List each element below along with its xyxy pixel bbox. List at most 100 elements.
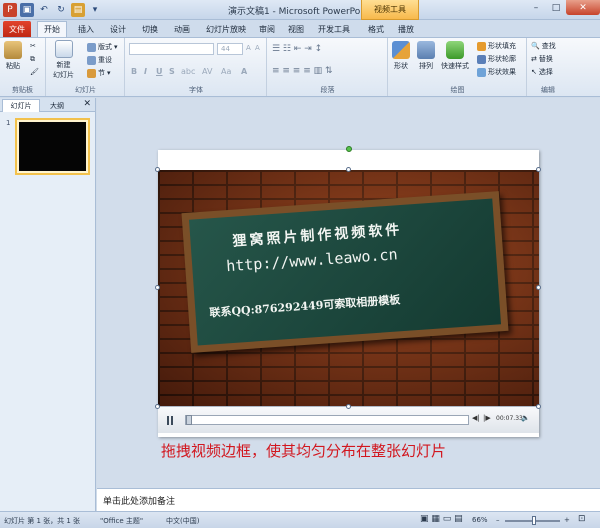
find-button[interactable]: 🔍 查找 bbox=[531, 41, 556, 51]
drawing-group: 形状 排列 快速样式 形状填充 形状轮廓 形状效果 绘图 bbox=[389, 38, 527, 96]
resize-handle-t[interactable] bbox=[346, 167, 351, 172]
instruction-caption: 拖拽视频边框，使其均匀分布在整张幻灯片 bbox=[160, 442, 446, 460]
shape-fill-button[interactable]: 形状填充 bbox=[477, 41, 516, 51]
strikethrough-button[interactable]: abc bbox=[181, 67, 195, 76]
tab-design[interactable]: 设计 bbox=[104, 21, 132, 37]
clipboard-group: 粘贴 ✂ ⧉ 🖌 剪贴板 bbox=[0, 38, 46, 96]
grow-font-icon[interactable]: A bbox=[246, 44, 251, 52]
thumbnail-image bbox=[19, 122, 86, 171]
zoom-level[interactable]: 66% bbox=[472, 516, 488, 524]
step-back-icon[interactable]: ◀| bbox=[472, 414, 480, 422]
view-buttons-icon[interactable]: ▣ ▦ ▭ ▤ bbox=[420, 514, 463, 524]
tab-outline-panel[interactable]: 大纲 bbox=[42, 99, 72, 112]
paste-button[interactable]: 粘贴 bbox=[4, 41, 22, 71]
font-group-label: 字体 bbox=[189, 86, 203, 94]
slides-group-label: 幻灯片 bbox=[75, 86, 96, 94]
layout-button[interactable]: 版式 ▾ bbox=[87, 42, 118, 52]
tab-slideshow[interactable]: 幻灯片放映 bbox=[201, 21, 251, 37]
tab-review[interactable]: 审阅 bbox=[255, 21, 279, 37]
pause-button[interactable] bbox=[164, 414, 176, 426]
shrink-font-icon[interactable]: A bbox=[255, 44, 260, 52]
arrange-label: 排列 bbox=[419, 62, 433, 70]
shape-effects-icon bbox=[477, 67, 486, 77]
shapes-icon bbox=[392, 41, 410, 59]
arrange-button[interactable]: 排列 bbox=[417, 41, 435, 71]
resize-handle-bl[interactable] bbox=[155, 404, 160, 409]
editing-group: 🔍 查找 ⇄ 替换 ↖ 选择 编辑 bbox=[528, 38, 568, 96]
shape-outline-button[interactable]: 形状轮廓 bbox=[477, 54, 516, 64]
shape-fill-label: 形状填充 bbox=[488, 42, 516, 50]
italic-button[interactable]: I bbox=[144, 67, 147, 76]
resize-handle-l[interactable] bbox=[155, 285, 160, 290]
resize-handle-b[interactable] bbox=[346, 404, 351, 409]
resize-handle-tr[interactable] bbox=[536, 167, 541, 172]
bullets-icon[interactable]: ☰ ☷ ⇤ ⇥ ↕ bbox=[272, 44, 322, 54]
font-name-combo[interactable] bbox=[129, 43, 214, 55]
paste-label: 粘贴 bbox=[6, 62, 20, 70]
copy-icon[interactable]: ⧉ bbox=[30, 55, 35, 64]
editing-group-label: 编辑 bbox=[541, 86, 555, 94]
close-panel-icon[interactable]: ✕ bbox=[83, 99, 91, 109]
shapes-button[interactable]: 形状 bbox=[392, 41, 410, 71]
section-button[interactable]: 节 ▾ bbox=[87, 68, 111, 78]
format-painter-icon[interactable]: 🖌 bbox=[30, 68, 39, 76]
seek-knob[interactable] bbox=[186, 415, 192, 425]
quick-styles-icon bbox=[446, 41, 464, 59]
slide-thumbnail[interactable] bbox=[15, 118, 90, 175]
fit-to-window-icon[interactable]: ⊡ bbox=[578, 514, 586, 524]
rotate-handle[interactable] bbox=[346, 146, 352, 152]
shape-effects-button[interactable]: 形状效果 bbox=[477, 67, 516, 77]
chalk-contact: 联系QQ:876292449可索取相册模板 bbox=[209, 293, 401, 320]
tab-home[interactable]: 开始 bbox=[37, 21, 67, 37]
resize-handle-r[interactable] bbox=[536, 285, 541, 290]
tab-slides-panel[interactable]: 幻灯片 bbox=[2, 99, 40, 112]
volume-icon[interactable]: 🔈 bbox=[521, 414, 530, 422]
paragraph-group-label: 段落 bbox=[320, 86, 335, 94]
tab-format[interactable]: 格式 bbox=[364, 21, 388, 37]
shape-outline-label: 形状轮廓 bbox=[488, 55, 516, 63]
tab-developer[interactable]: 开发工具 bbox=[314, 21, 354, 37]
zoom-in-icon[interactable]: + bbox=[564, 516, 570, 524]
arrange-icon bbox=[417, 41, 435, 59]
language[interactable]: 中文(中国) bbox=[166, 516, 199, 526]
select-button[interactable]: ↖ 选择 bbox=[531, 67, 553, 77]
resize-handle-br[interactable] bbox=[536, 404, 541, 409]
close-button[interactable]: ✕ bbox=[566, 0, 600, 15]
change-case-button[interactable]: Aa bbox=[221, 67, 231, 76]
align-icon[interactable]: ≡ ≡ ≡ ≡ ▥ ⇅ bbox=[272, 66, 333, 76]
zoom-slider-knob[interactable] bbox=[532, 516, 536, 525]
cut-icon[interactable]: ✂ bbox=[30, 42, 36, 50]
shadow-button[interactable]: S bbox=[169, 67, 175, 76]
tab-transitions[interactable]: 切换 bbox=[136, 21, 164, 37]
resize-handle-tl[interactable] bbox=[155, 167, 160, 172]
replace-button[interactable]: ⇄ 替换 bbox=[531, 54, 553, 64]
shape-outline-icon bbox=[477, 54, 486, 64]
reset-button[interactable]: 重设 bbox=[87, 55, 112, 65]
ribbon: 粘贴 ✂ ⧉ 🖌 剪贴板 新建 幻灯片 版式 ▾ 重设 节 ▾ 幻灯片 44 A A… bbox=[0, 37, 600, 97]
font-size-combo[interactable]: 44 bbox=[217, 43, 243, 55]
notes-pane[interactable]: 单击此处添加备注 bbox=[97, 488, 600, 511]
video-frame[interactable]: 狸窝照片制作视频软件 http://www.leawo.cn 联系QQ:8762… bbox=[158, 170, 539, 406]
font-group: 44 A A B I U S abc AV Aa A 字体 bbox=[126, 38, 267, 96]
maximize-button[interactable]: □ bbox=[546, 0, 566, 15]
step-forward-icon[interactable]: |▶ bbox=[483, 414, 491, 422]
font-color-button[interactable]: A bbox=[241, 67, 247, 76]
quick-styles-button[interactable]: 快速样式 bbox=[441, 41, 469, 71]
slide[interactable]: 狸窝照片制作视频软件 http://www.leawo.cn 联系QQ:8762… bbox=[155, 146, 541, 437]
char-spacing-button[interactable]: AV bbox=[202, 67, 212, 76]
zoom-out-icon[interactable]: – bbox=[496, 516, 500, 524]
bold-button[interactable]: B bbox=[131, 67, 137, 76]
tab-insert[interactable]: 插入 bbox=[72, 21, 100, 37]
new-slide-button[interactable]: 新建 幻灯片 bbox=[53, 40, 74, 80]
select-label: 选择 bbox=[538, 68, 553, 76]
minimize-button[interactable]: – bbox=[526, 0, 546, 15]
clipboard-group-label: 剪贴板 bbox=[12, 86, 33, 94]
seek-bar[interactable] bbox=[185, 415, 469, 425]
tab-view[interactable]: 视图 bbox=[284, 21, 308, 37]
tab-animations[interactable]: 动画 bbox=[168, 21, 196, 37]
tab-file[interactable]: 文件 bbox=[3, 21, 31, 37]
tab-playback[interactable]: 播放 bbox=[394, 21, 418, 37]
section-label: 节 bbox=[98, 69, 105, 77]
slides-panel: 幻灯片 大纲 ✕ 1 bbox=[0, 98, 96, 511]
underline-button[interactable]: U bbox=[156, 67, 163, 76]
